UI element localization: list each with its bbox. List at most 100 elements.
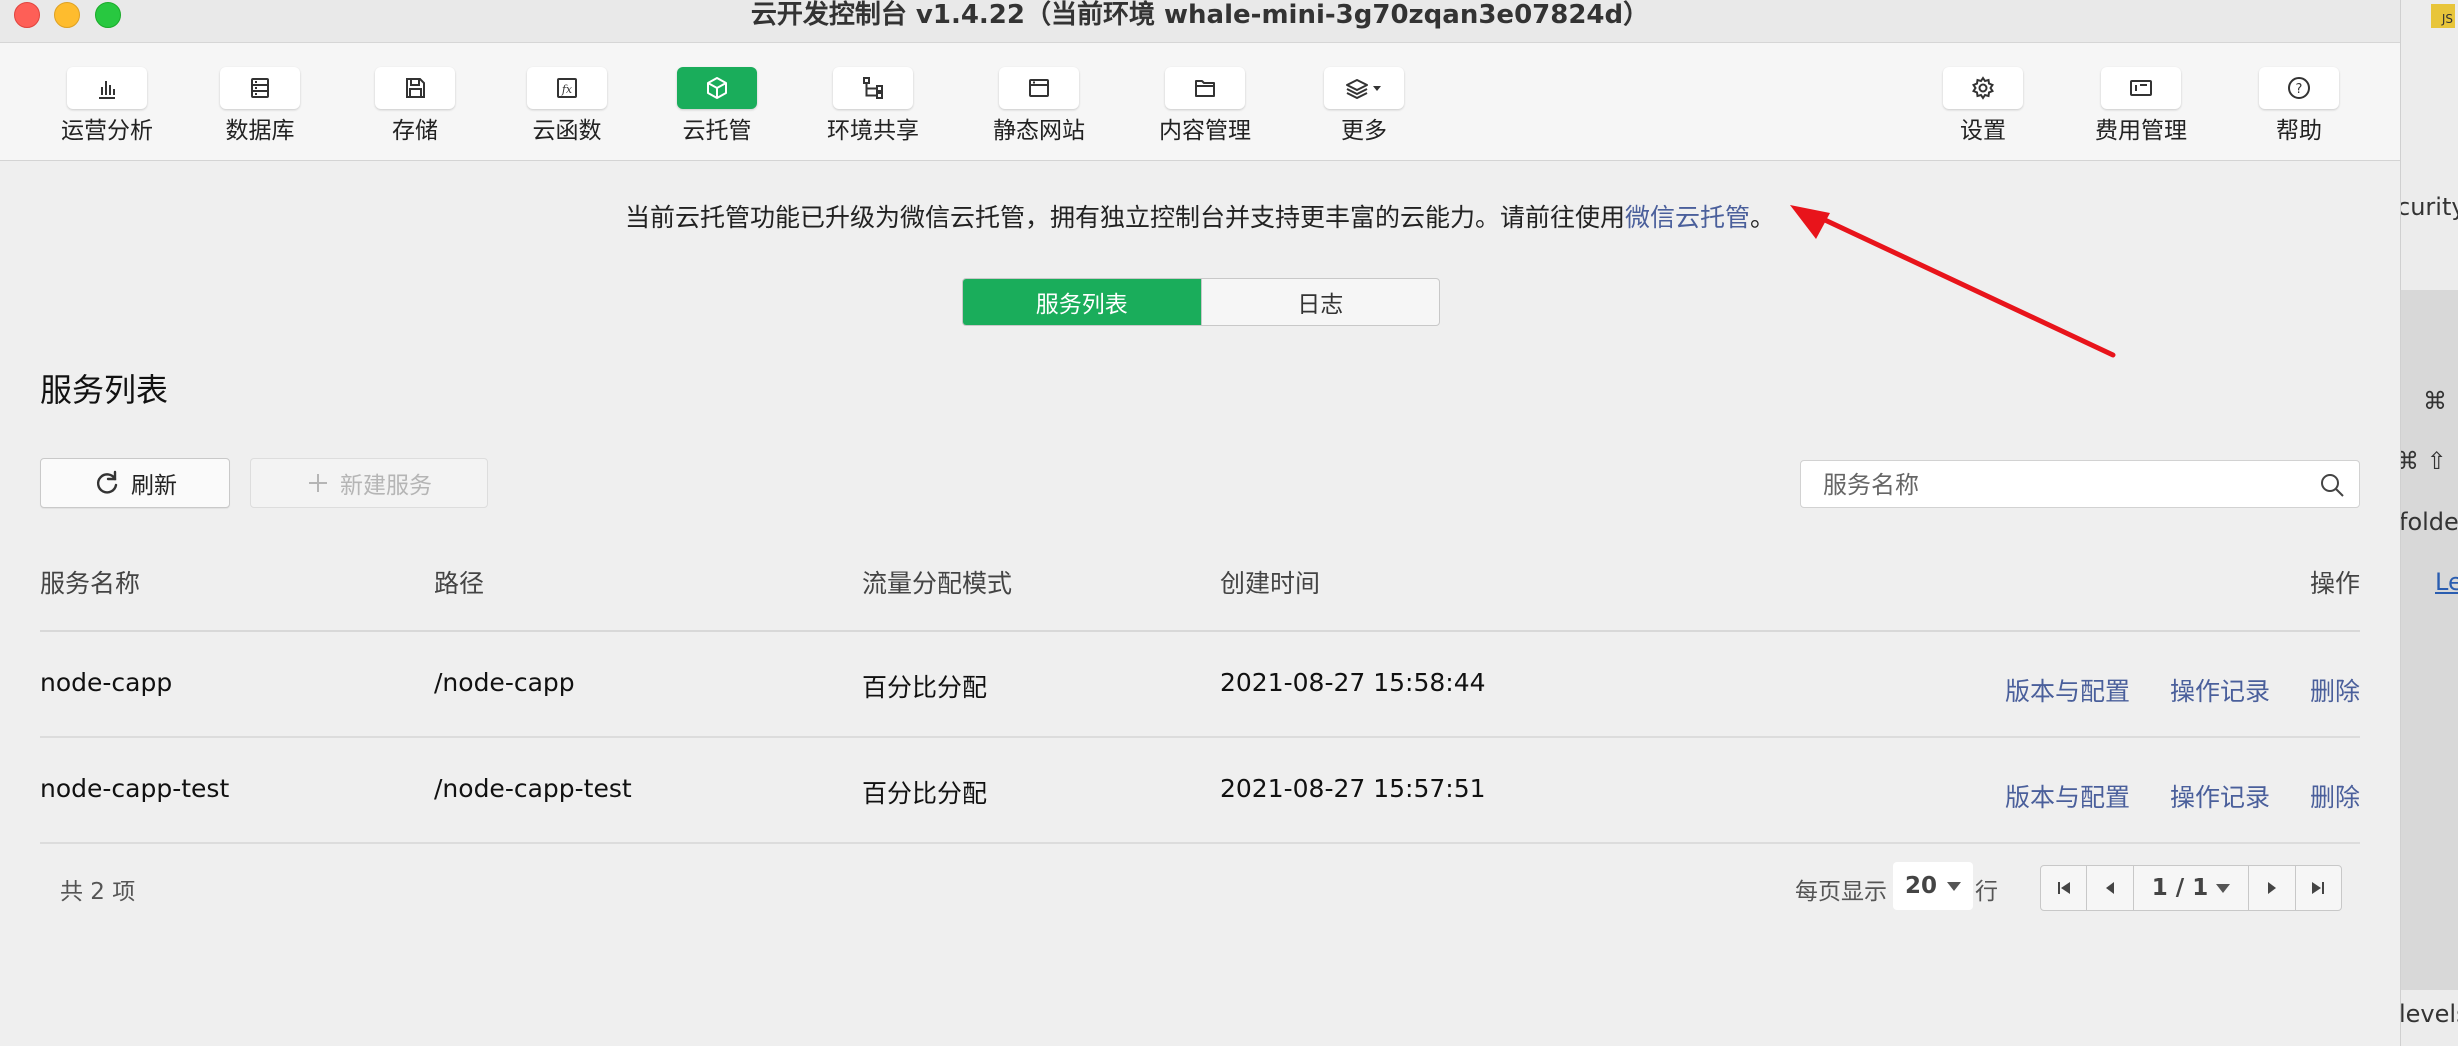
plus-icon [306, 471, 330, 495]
svg-text:fx: fx [561, 83, 573, 96]
annotation-arrow-icon [1790, 205, 2116, 358]
chevron-down-icon [2216, 883, 2231, 893]
toolbar-item-analytics[interactable]: 运营分析 [37, 67, 177, 145]
toolbar-item-functions[interactable]: fx 云函数 [497, 67, 637, 145]
toolbar-item-label: 环境共享 [827, 118, 919, 144]
toolbar-item-more[interactable]: 更多 [1294, 67, 1434, 145]
page-size-label: 每页显示 [1795, 879, 1887, 905]
view-tabs: 服务列表 日志 [962, 278, 1440, 326]
pagination: 1 / 1 [2040, 865, 2342, 911]
tab-logs[interactable]: 日志 [1200, 279, 1440, 325]
refresh-label: 刷新 [131, 473, 177, 499]
page-size-select[interactable]: 20 [1893, 862, 1973, 910]
folder-icon [1165, 67, 1245, 109]
row-unit-label: 行 [1975, 879, 1998, 905]
traffic-mode: 百分比分配 [862, 779, 988, 808]
toolbar-item-storage[interactable]: 存储 [345, 67, 485, 145]
first-page-icon [2057, 882, 2070, 894]
total-count: 共 2 项 [60, 879, 136, 905]
table-row: node-capp-test /node-capp-test 百分比分配 202… [40, 738, 2360, 844]
title-bar: 云开发控制台 v1.4.22（当前环境 whale-mini-3g70zqan3… [0, 0, 2400, 43]
search-icon[interactable] [2319, 472, 2345, 502]
service-name: node-capp-test [40, 774, 230, 803]
cube-icon [677, 67, 757, 109]
toolbar-item-label: 云托管 [682, 118, 752, 144]
chevron-down-icon [1373, 86, 1381, 91]
last-page-button[interactable] [2294, 866, 2341, 910]
notice-text: 当前云托管功能已升级为微信云托管，拥有独立控制台并支持更丰富的云能力。请前往使用 [624, 203, 1625, 232]
search-input[interactable] [1821, 461, 2295, 509]
next-page-button[interactable] [2248, 866, 2294, 910]
toolbar-item-settings[interactable]: 设置 [1913, 67, 2053, 145]
row-actions: 版本与配置 操作记录 删除 [2005, 778, 2360, 814]
created-time: 2021-08-27 15:58:44 [1220, 668, 1486, 697]
row-actions: 版本与配置 操作记录 删除 [2005, 672, 2360, 708]
database-icon [220, 67, 300, 109]
page-title: 服务列表 [40, 371, 169, 409]
background-window: JS curity ⌘ ⌘ ⇧ folde Le levels [2400, 0, 2458, 1046]
service-search [1800, 460, 2360, 509]
toolbar-item-label: 设置 [1960, 118, 2006, 144]
layers-icon [1324, 67, 1404, 109]
js-file-badge: JS [2431, 4, 2455, 28]
background-link[interactable]: Le [2435, 568, 2458, 596]
toolbar-item-billing[interactable]: 费用管理 [2071, 67, 2211, 145]
chevron-right-icon [2267, 882, 2276, 894]
delete-link[interactable]: 删除 [2310, 672, 2360, 708]
chevron-down-icon [1947, 881, 1961, 891]
toolbar-item-label: 内容管理 [1159, 118, 1251, 144]
column-header-traffic-mode: 流量分配模式 [862, 569, 1013, 598]
share-tree-icon [833, 67, 913, 109]
service-path: /node-capp [434, 668, 575, 697]
billing-icon [2101, 67, 2181, 109]
toolbar-item-help[interactable]: ? 帮助 [2229, 67, 2369, 145]
toolbar-item-database[interactable]: 数据库 [190, 67, 330, 145]
toolbar-item-static-site[interactable]: 静态网站 [969, 67, 1109, 145]
bar-chart-icon [67, 67, 147, 109]
operation-log-link[interactable]: 操作记录 [2170, 672, 2270, 708]
column-header-path: 路径 [434, 569, 485, 598]
save-icon [375, 67, 455, 109]
svg-text:?: ? [2296, 82, 2303, 97]
operation-log-link[interactable]: 操作记录 [2170, 778, 2270, 814]
tab-service-list[interactable]: 服务列表 [963, 279, 1201, 325]
command-shift-keys: ⌘ ⇧ [2400, 447, 2447, 475]
refresh-icon [93, 469, 121, 497]
service-path: /node-capp-test [434, 774, 632, 803]
toolbar-item-label: 云函数 [532, 118, 602, 144]
column-header-created: 创建时间 [1220, 569, 1321, 598]
delete-link[interactable]: 删除 [2310, 778, 2360, 814]
toolbar-item-label: 数据库 [225, 118, 295, 144]
toolbar-item-cloud-hosting[interactable]: 云托管 [647, 67, 787, 145]
version-config-link[interactable]: 版本与配置 [2005, 778, 2130, 814]
page-select[interactable]: 1 / 1 [2132, 866, 2248, 910]
browser-window-icon [999, 67, 1079, 109]
function-icon: fx [527, 67, 607, 109]
table-row: node-capp /node-capp 百分比分配 2021-08-27 15… [40, 632, 2360, 738]
page-indicator: 1 / 1 [2151, 875, 2209, 901]
wechat-cloud-hosting-link[interactable]: 微信云托管 [1625, 203, 1750, 232]
chevron-left-icon [2106, 882, 2115, 894]
background-text: curity [2400, 193, 2458, 221]
traffic-mode: 百分比分配 [862, 673, 988, 702]
version-config-link[interactable]: 版本与配置 [2005, 672, 2130, 708]
column-header-name: 服务名称 [40, 569, 141, 598]
prev-page-button[interactable] [2086, 866, 2132, 910]
window-title: 云开发控制台 v1.4.22（当前环境 whale-mini-3g70zqan3… [750, 0, 1650, 30]
refresh-button[interactable]: 刷新 [40, 458, 230, 508]
background-text: folde [2400, 508, 2458, 536]
page-size-value: 20 [1904, 873, 1937, 899]
table-header: 服务名称 路径 流量分配模式 创建时间 操作 [40, 548, 2360, 632]
toolbar-item-label: 静态网站 [993, 118, 1085, 144]
new-service-label: 新建服务 [340, 473, 432, 499]
column-header-actions: 操作 [2309, 569, 2360, 598]
help-icon: ? [2259, 67, 2339, 109]
gear-icon [1943, 67, 2023, 109]
background-text: levels [2400, 1000, 2458, 1028]
first-page-button[interactable] [2041, 866, 2086, 910]
toolbar-item-content-management[interactable]: 内容管理 [1135, 67, 1275, 145]
new-service-button[interactable]: 新建服务 [250, 458, 488, 508]
created-time: 2021-08-27 15:57:51 [1220, 774, 1486, 803]
toolbar-item-env-share[interactable]: 环境共享 [803, 67, 943, 145]
toolbar-item-label: 更多 [1341, 118, 1387, 144]
